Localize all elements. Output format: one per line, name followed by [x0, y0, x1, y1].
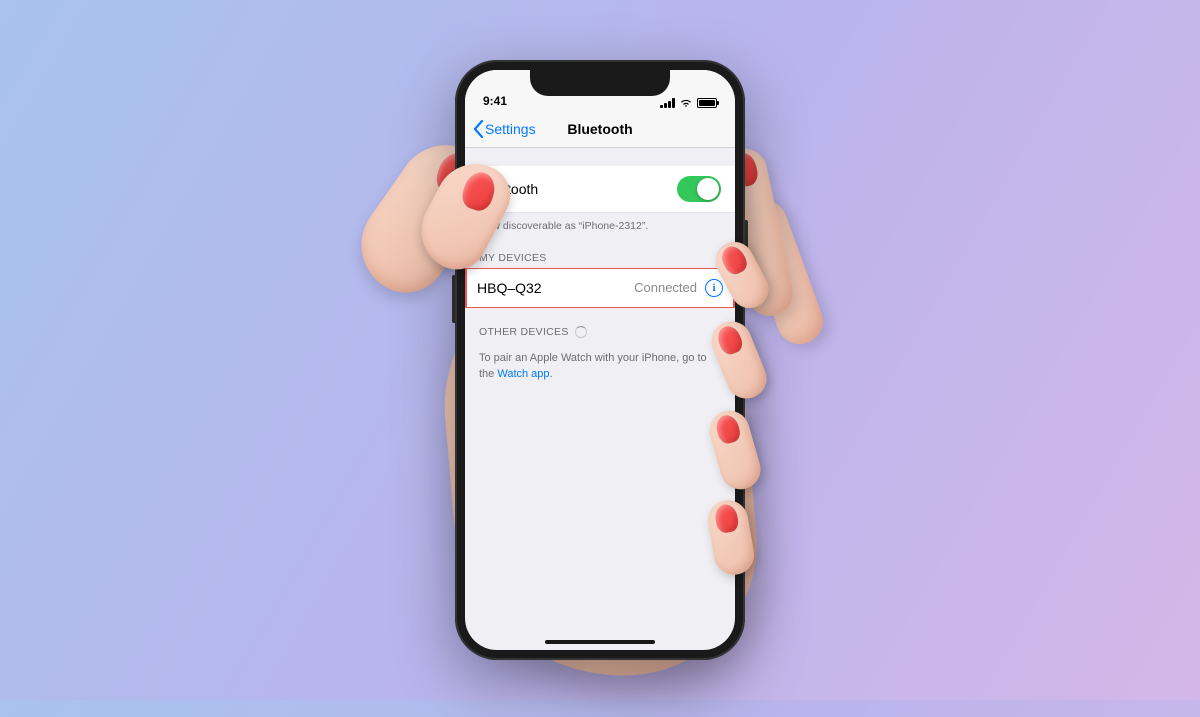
back-label: Settings — [485, 121, 536, 137]
discoverable-text: Now discoverable as “iPhone-2312”. — [465, 213, 735, 234]
back-button[interactable]: Settings — [473, 120, 536, 138]
signal-icon — [660, 98, 675, 108]
bluetooth-toggle[interactable] — [677, 176, 721, 202]
spinner-icon — [575, 326, 587, 338]
device-row-hbq-q32[interactable]: HBQ–Q32 Connected i — [465, 268, 735, 308]
home-indicator[interactable] — [545, 640, 655, 644]
pair-hint-text: To pair an Apple Watch with your iPhone,… — [465, 342, 735, 391]
device-status: Connected — [634, 280, 697, 295]
watch-app-link[interactable]: Watch app — [497, 368, 549, 380]
notch — [530, 70, 670, 96]
pair-hint-suffix: . — [550, 368, 553, 380]
other-devices-header: OTHER DEVICES — [465, 308, 735, 342]
nav-bar: Settings Bluetooth — [465, 110, 735, 148]
wifi-icon — [679, 98, 693, 108]
device-name: HBQ–Q32 — [477, 280, 542, 296]
info-icon[interactable]: i — [705, 279, 723, 297]
status-time: 9:41 — [483, 94, 507, 108]
settings-content[interactable]: Bluetooth Now discoverable as “iPhone-23… — [465, 148, 735, 650]
phone-frame: 9:41 Settings Bluetooth Bluet — [455, 60, 745, 660]
battery-icon — [697, 98, 717, 108]
my-devices-header: MY DEVICES — [465, 234, 735, 268]
chevron-left-icon — [473, 120, 484, 138]
other-devices-label: OTHER DEVICES — [479, 326, 569, 338]
page-title: Bluetooth — [567, 121, 632, 137]
